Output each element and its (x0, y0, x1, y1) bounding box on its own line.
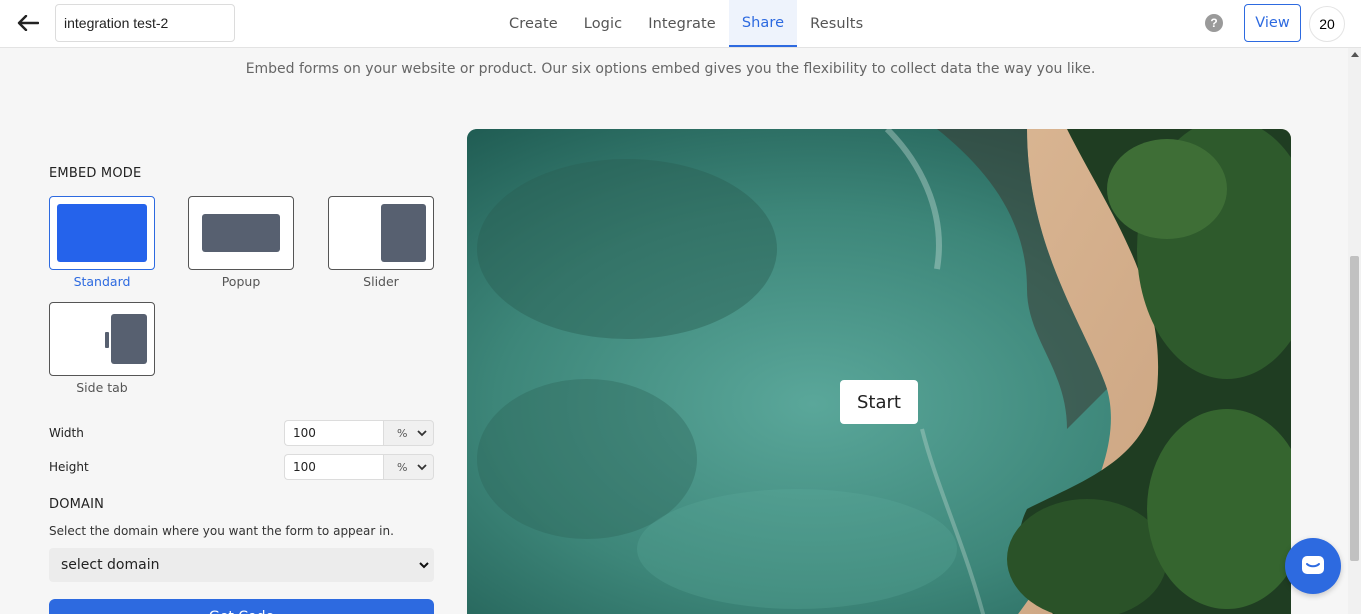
side-tab-panel-shape (111, 314, 147, 364)
avatar-text: 20 (1319, 16, 1335, 32)
slider-preview-shape (381, 204, 426, 262)
mode-popup-card[interactable] (188, 196, 294, 270)
page-subtitle: Embed forms on your website or product. … (245, 61, 1096, 77)
mode-popup-label: Popup (221, 274, 261, 289)
scroll-up-arrow-icon[interactable] (1351, 52, 1359, 57)
mode-side-tab-card[interactable] (49, 302, 155, 376)
height-label: Height (49, 460, 89, 474)
mode-slider-card[interactable] (328, 196, 434, 270)
domain-help-text: Select the domain where you want the for… (49, 524, 394, 538)
chevron-down-icon (417, 464, 427, 471)
chevron-down-icon (419, 562, 429, 569)
scroll-thumb[interactable] (1350, 256, 1359, 561)
height-input[interactable] (284, 454, 383, 480)
mode-standard-label: Standard (73, 274, 131, 289)
embed-mode-heading: EMBED MODE (49, 166, 142, 181)
tab-create[interactable]: Create (496, 0, 571, 47)
domain-select[interactable]: select domain (49, 548, 434, 582)
chat-bubble-icon[interactable] (1285, 538, 1341, 594)
domain-heading: DOMAIN (49, 497, 105, 512)
form-title-input[interactable] (55, 4, 235, 42)
start-button[interactable]: Start (840, 380, 918, 424)
view-button[interactable]: View (1244, 4, 1301, 42)
beach-aerial-image (467, 129, 1291, 614)
width-label: Width (49, 426, 84, 440)
get-code-button[interactable]: Get Code (49, 599, 434, 614)
side-tab-handle-shape (105, 332, 109, 348)
chevron-down-icon (417, 430, 427, 437)
tab-results[interactable]: Results (797, 0, 876, 47)
help-icon[interactable]: ? (1205, 14, 1223, 32)
page-scrollbar[interactable] (1348, 48, 1361, 614)
width-unit-select[interactable]: % (383, 420, 434, 446)
height-unit-value: % (397, 460, 408, 474)
mode-side-tab-label: Side tab (76, 380, 128, 395)
tab-share[interactable]: Share (728, 0, 798, 47)
tab-integrate[interactable]: Integrate (635, 0, 729, 47)
form-preview-image (467, 129, 1291, 614)
width-input[interactable] (284, 420, 383, 446)
mode-slider-label: Slider (363, 274, 399, 289)
domain-select-value: select domain (61, 557, 160, 573)
mode-standard-card[interactable] (49, 196, 155, 270)
width-unit-value: % (397, 426, 408, 440)
back-arrow-icon[interactable] (14, 10, 42, 36)
avatar[interactable]: 20 (1309, 6, 1345, 42)
standard-preview-shape (57, 204, 147, 262)
top-bar: Create Logic Integrate Share Results ? V… (0, 0, 1361, 48)
tab-logic[interactable]: Logic (571, 0, 635, 47)
height-unit-select[interactable]: % (383, 454, 434, 480)
popup-preview-shape (202, 214, 280, 252)
nav-tabs: Create Logic Integrate Share Results (496, 0, 876, 48)
